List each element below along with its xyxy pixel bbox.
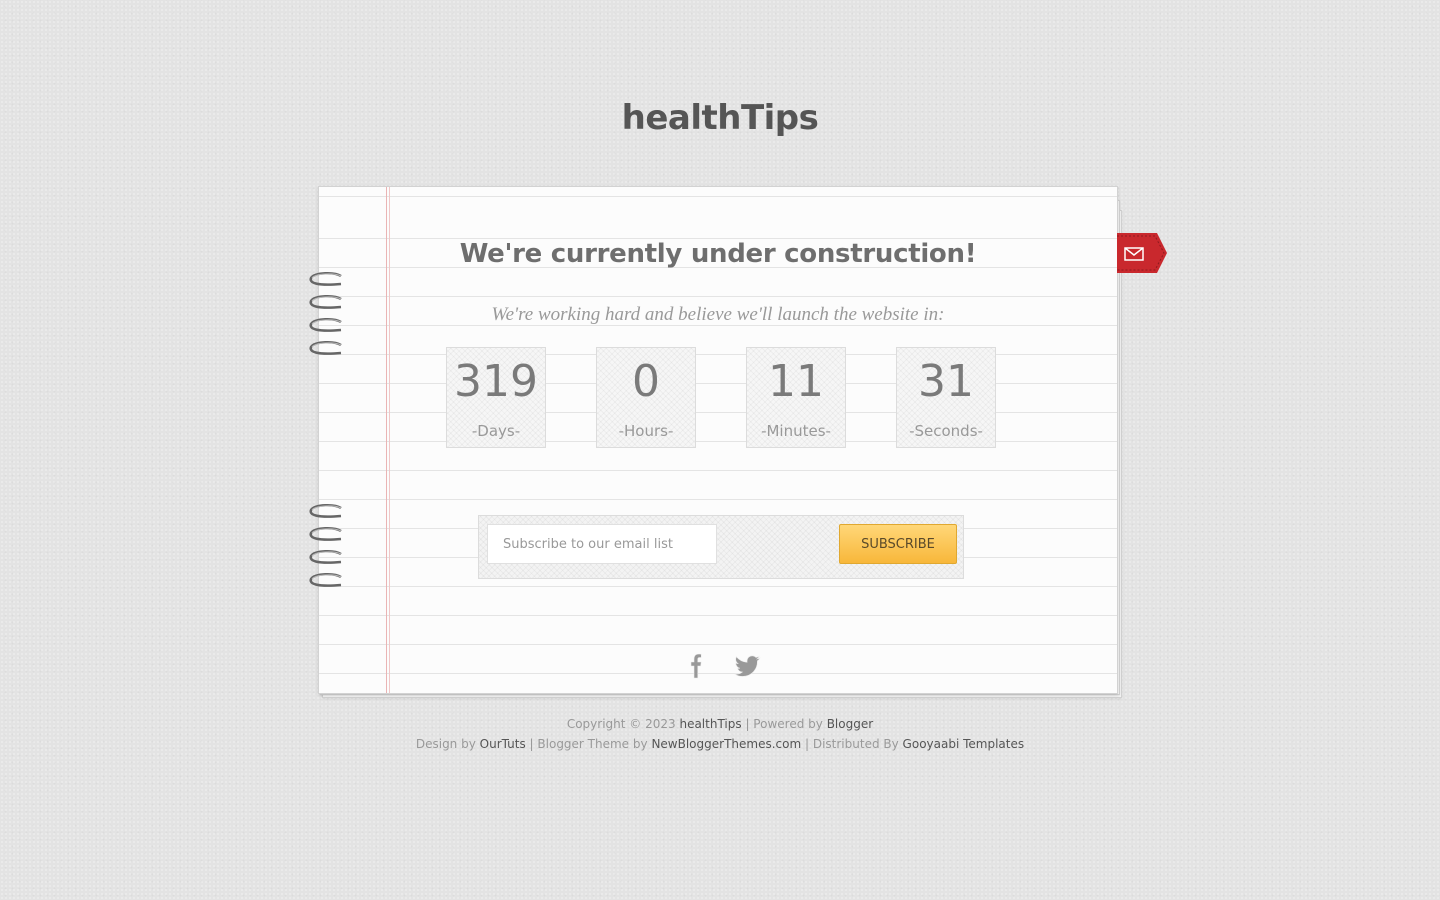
mail-ribbon[interactable] (1117, 233, 1169, 273)
footer-line-2: Design by OurTuts | Blogger Theme by New… (0, 737, 1440, 751)
spiral-ring (309, 573, 342, 587)
spiral-ring (309, 550, 342, 564)
countdown-value: 319 (454, 356, 538, 407)
powered-by-text: | Powered by (745, 717, 823, 731)
countdown-minutes: 11 -Minutes- (746, 347, 846, 448)
footer-line-1: Copyright © 2023 healthTips | Powered by… (0, 717, 1440, 731)
countdown-value: 0 (632, 356, 660, 407)
countdown-label: -Minutes- (761, 422, 831, 440)
subscribe-form: SUBSCRIBE (478, 515, 964, 579)
launch-subline: We're working hard and believe we'll lau… (491, 304, 945, 325)
twitter-icon[interactable] (733, 653, 763, 679)
email-input[interactable] (487, 524, 717, 564)
notebook-panel: We're currently under construction! We'r… (309, 186, 1118, 694)
spiral-ring (309, 341, 342, 355)
facebook-icon[interactable] (685, 651, 707, 681)
countdown-seconds: 31 -Seconds- (896, 347, 996, 448)
countdown-label: -Hours- (618, 422, 674, 440)
construction-headline: We're currently under construction! (459, 239, 977, 269)
countdown-days: 319 -Days- (446, 347, 546, 448)
spiral-ring (309, 527, 342, 541)
newbloggerthemes-link[interactable]: NewBloggerThemes.com (651, 737, 801, 751)
blogger-link[interactable]: Blogger (827, 717, 873, 731)
theme-by-text: | Blogger Theme by (529, 737, 648, 751)
site-title[interactable]: healthTips (0, 98, 1440, 138)
gooyaabi-link[interactable]: Gooyaabi Templates (903, 737, 1025, 751)
spiral-ring (309, 504, 342, 518)
subscribe-button[interactable]: SUBSCRIBE (839, 524, 957, 564)
copyright-text: Copyright © 2023 (566, 717, 676, 731)
distributed-by-text: | Distributed By (804, 737, 899, 751)
footer-site-link[interactable]: healthTips (679, 717, 741, 731)
countdown-hours: 0 -Hours- (596, 347, 696, 448)
ourtuts-link[interactable]: OurTuts (480, 737, 526, 751)
design-by-text: Design by (415, 737, 476, 751)
countdown-value: 11 (768, 356, 824, 407)
countdown-label: -Seconds- (909, 422, 983, 440)
countdown-value: 31 (918, 356, 974, 407)
spiral-ring (309, 272, 342, 286)
countdown-label: -Days- (471, 422, 521, 440)
